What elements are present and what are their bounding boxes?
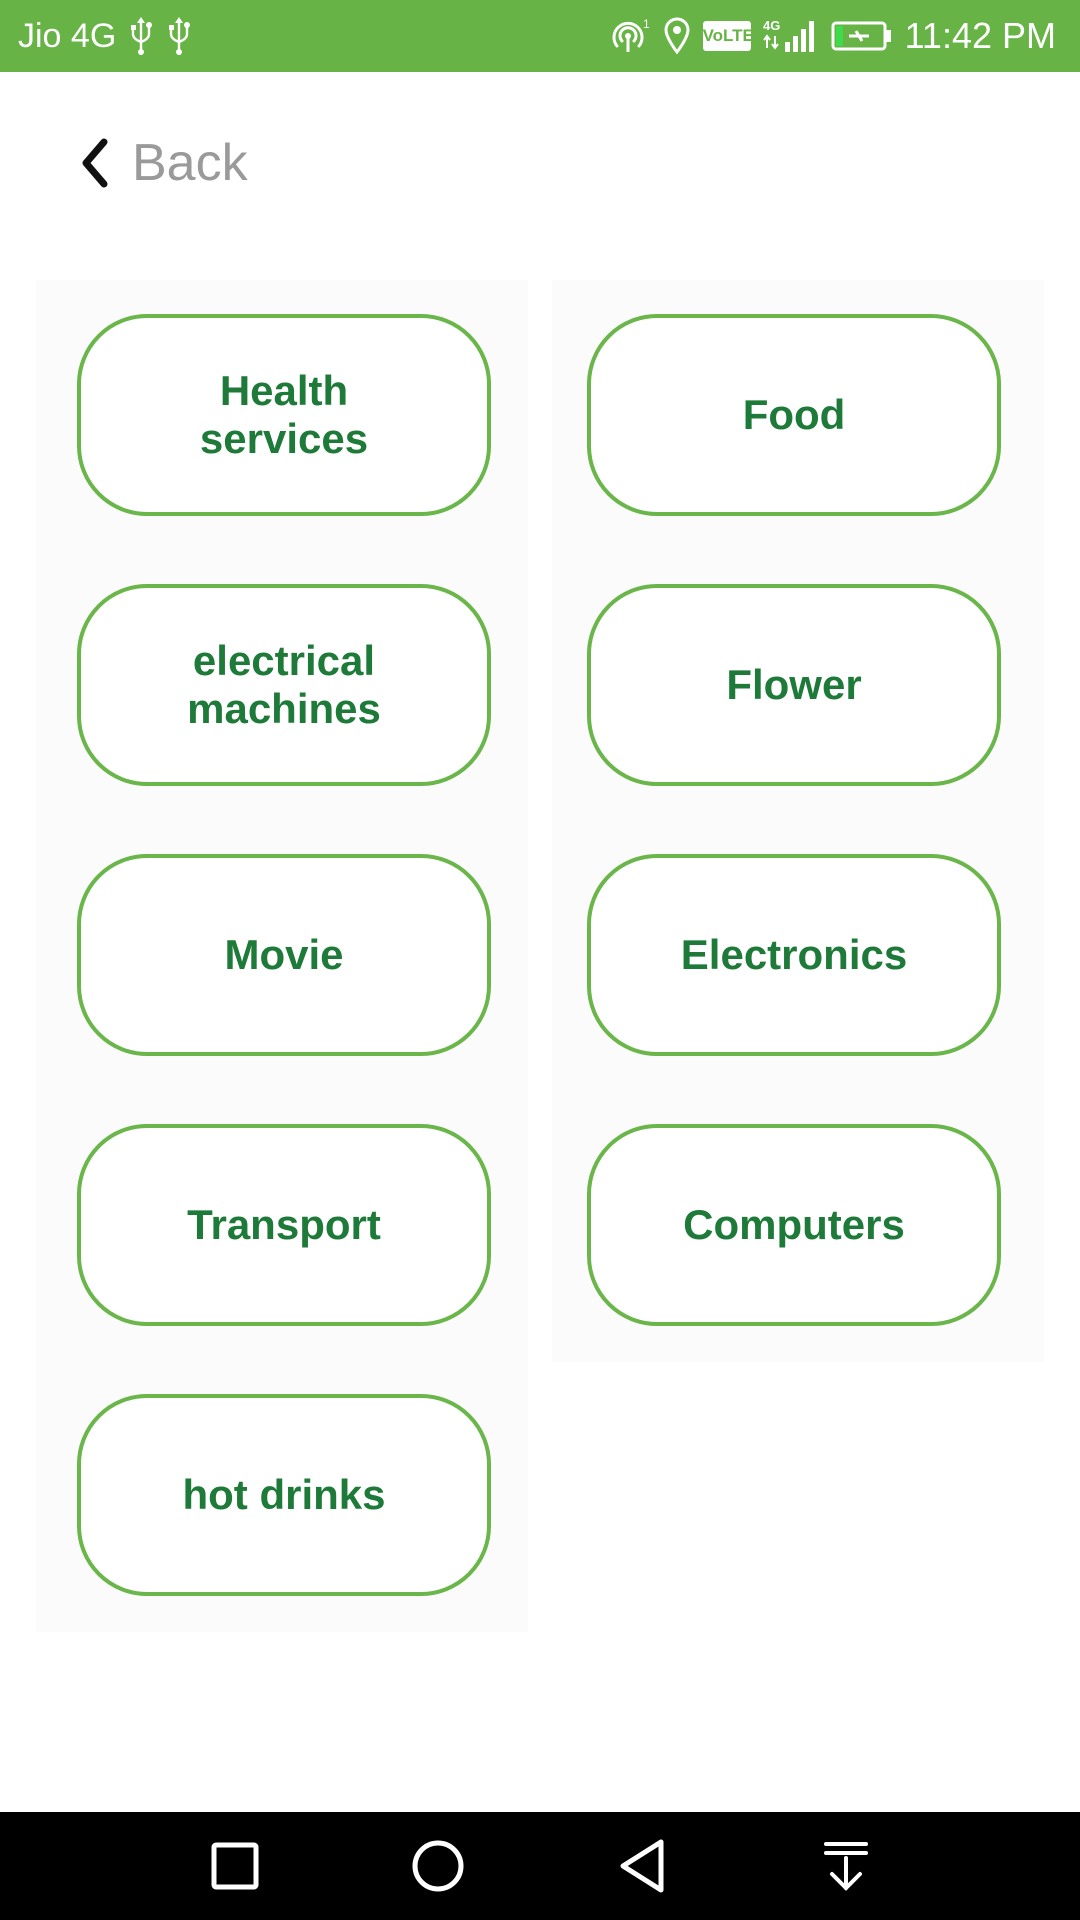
usb-icon xyxy=(131,17,153,55)
status-bar: Jio 4G 1 VoLTE 4G 11:42 PM xyxy=(0,0,1080,72)
category-button-health-services[interactable]: Health services xyxy=(77,314,491,516)
back-label: Back xyxy=(132,134,248,192)
chevron-left-icon xyxy=(82,138,108,188)
svg-text:1: 1 xyxy=(643,17,650,31)
notification-pull-icon[interactable] xyxy=(816,1836,876,1896)
category-button-movie[interactable]: Movie xyxy=(77,854,491,1056)
category-label: Electronics xyxy=(680,931,908,978)
category-label: Computers xyxy=(683,1201,905,1248)
category-label: Flower xyxy=(726,661,862,708)
location-icon xyxy=(664,17,690,55)
category-button-electrical-machines[interactable]: electrical machines xyxy=(77,584,491,786)
svg-text:4G: 4G xyxy=(763,18,780,33)
category-button-computers[interactable]: Computers xyxy=(587,1124,1001,1326)
category-button-hot-drinks[interactable]: hot drinks xyxy=(77,1394,491,1596)
home-circle-icon[interactable] xyxy=(408,1836,468,1896)
category-button-food[interactable]: Food xyxy=(587,314,1001,516)
category-button-flower[interactable]: Flower xyxy=(587,584,1001,786)
navigation-bar xyxy=(0,1812,1080,1920)
category-label: Food xyxy=(742,391,846,438)
hotspot-icon: 1 xyxy=(612,17,650,52)
category-button-electronics[interactable]: Electronics xyxy=(587,854,1001,1056)
battery-charging-icon xyxy=(831,21,891,51)
carrier-label: Jio 4G xyxy=(18,17,117,55)
category-label: Movie xyxy=(224,931,344,978)
category-label: Health services xyxy=(199,367,369,462)
category-label: hot drinks xyxy=(182,1471,386,1518)
usb-icon xyxy=(169,17,191,55)
category-button-transport[interactable]: Transport xyxy=(77,1124,491,1326)
recents-square-icon[interactable] xyxy=(205,1836,265,1896)
back-button[interactable]: Back xyxy=(78,128,248,198)
category-label: Transport xyxy=(187,1201,381,1248)
back-triangle-icon[interactable] xyxy=(613,1836,673,1896)
signal-4g-icon: 4G xyxy=(763,18,814,52)
volte-icon: VoLTE xyxy=(702,21,754,51)
status-right: 1 VoLTE 4G 11:42 PM xyxy=(597,0,1056,72)
status-left: Jio 4G xyxy=(18,0,192,72)
category-label: electrical machines xyxy=(187,637,381,732)
clock: 11:42 PM xyxy=(904,15,1056,56)
